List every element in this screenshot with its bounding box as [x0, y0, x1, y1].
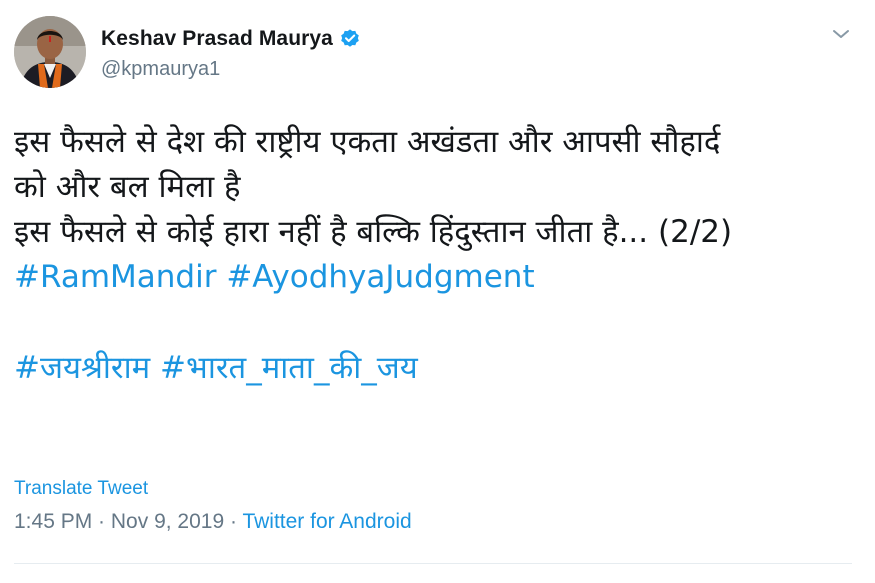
chevron-down-icon[interactable] [830, 26, 852, 42]
divider [14, 563, 852, 564]
hashtag-link[interactable]: #भारत_माता_की_जय [160, 350, 418, 386]
tweet-line: इस फैसले से कोई हारा नहीं है बल्कि हिंदु… [14, 214, 733, 250]
display-name[interactable]: Keshav Prasad Maurya [101, 27, 333, 51]
hashtag-link[interactable]: #जयश्रीराम [14, 350, 150, 386]
hashtag-line: #जयश्रीराम #भारत_माता_की_जय [14, 346, 864, 391]
meta-separator: · [92, 510, 111, 533]
hashtag-link[interactable]: #AyodhyaJudgment [226, 259, 534, 295]
tweet-line: इस फैसले से देश की राष्ट्रीय एकता अखंडता… [14, 124, 721, 160]
tweet-date[interactable]: Nov 9, 2019 [111, 510, 224, 533]
profile-photo-icon [14, 16, 86, 88]
tweet: Keshav Prasad Maurya @kpmaurya1 इस फैसले… [0, 0, 875, 583]
tweet-meta: 1:45 PM · Nov 9, 2019 · Twitter for Andr… [14, 510, 412, 534]
meta-separator: · [224, 510, 243, 533]
verified-badge-icon [339, 28, 361, 50]
tweet-time[interactable]: 1:45 PM [14, 510, 92, 533]
avatar[interactable] [14, 16, 86, 88]
hashtag-link[interactable]: #RamMandir [14, 259, 216, 295]
hashtag-line: #RamMandir #AyodhyaJudgment [14, 255, 864, 300]
tweet-text: इस फैसले से देश की राष्ट्रीय एकता अखंडता… [14, 120, 864, 391]
tweet-line: को और बल मिला है [14, 169, 241, 205]
author-header: Keshav Prasad Maurya @kpmaurya1 [101, 24, 361, 81]
tweet-source-link[interactable]: Twitter for Android [242, 510, 411, 533]
user-handle[interactable]: @kpmaurya1 [101, 58, 361, 81]
translate-tweet-link[interactable]: Translate Tweet [14, 478, 148, 500]
display-name-row: Keshav Prasad Maurya [101, 24, 361, 54]
